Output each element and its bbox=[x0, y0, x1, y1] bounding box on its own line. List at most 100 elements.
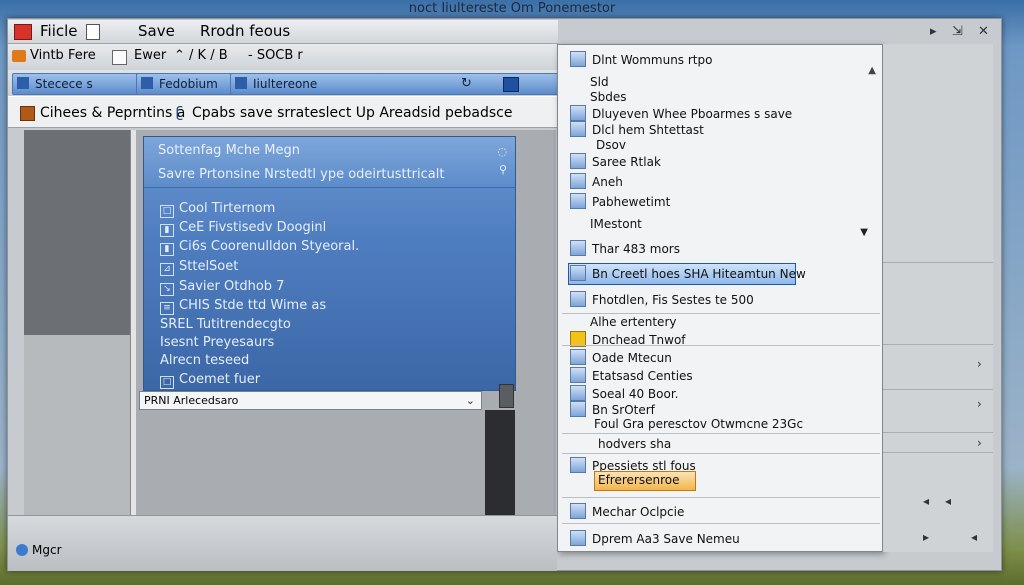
checkbox-icon[interactable] bbox=[112, 50, 127, 65]
separator bbox=[562, 345, 880, 346]
context-item[interactable]: Dlnt Wommuns rtpo bbox=[570, 51, 712, 67]
toolbar-view-button[interactable]: Vintb Fere bbox=[30, 48, 96, 63]
item-label: Dsov bbox=[596, 138, 626, 152]
context-item[interactable]: Dlcl hem Shtettast bbox=[570, 121, 704, 137]
item-icon: □ bbox=[160, 376, 174, 389]
item-label: Bn SrOterf bbox=[592, 403, 655, 417]
settings-popup: Sottenfag Mche Megn Savre Prtonsine Nrst… bbox=[143, 136, 516, 391]
nav-left-icon[interactable]: ◂ bbox=[923, 494, 929, 508]
item-label: Coemet fuer bbox=[179, 372, 261, 387]
item-label: Oade Mtecun bbox=[592, 351, 672, 365]
tab-iiultereone[interactable]: Iiultereone ↻ bbox=[230, 73, 570, 95]
item-label: SttelSoet bbox=[179, 259, 239, 274]
tab-icon bbox=[141, 77, 153, 89]
item-icon bbox=[570, 173, 586, 189]
dropdown-select[interactable]: PRNI Arlecedsaro ⌄ bbox=[139, 391, 482, 410]
menu-save[interactable]: Save bbox=[138, 22, 175, 40]
divider bbox=[883, 452, 993, 453]
context-item[interactable]: Mechar Oclpcie bbox=[570, 503, 684, 519]
item-icon bbox=[570, 401, 586, 417]
tab-label: Iiultereone bbox=[253, 77, 318, 91]
toolbar-tools[interactable]: ⌃ / K / B bbox=[174, 48, 228, 63]
context-item-selected[interactable]: Bn Creetl hoes SHA Hiteamtun New bbox=[570, 265, 806, 281]
context-item[interactable]: Efrerersenroe bbox=[598, 473, 679, 487]
context-item[interactable]: Oade Mtecun bbox=[570, 349, 672, 365]
separator bbox=[562, 433, 880, 434]
item-label: Efrerersenroe bbox=[598, 473, 680, 487]
context-item[interactable]: Alhe ertentery bbox=[590, 315, 676, 329]
chevron-right-icon[interactable]: › bbox=[977, 397, 982, 411]
context-item[interactable]: hodvers sha bbox=[598, 437, 671, 451]
refresh-icon[interactable]: ↻ bbox=[461, 74, 472, 94]
resize-icon[interactable]: ⇲ bbox=[952, 24, 963, 39]
context-item[interactable]: Thar 483 mors bbox=[570, 240, 680, 256]
nav-right-icon[interactable]: ◂ bbox=[945, 494, 951, 508]
popup-item[interactable]: Alrecn teseed bbox=[160, 353, 249, 368]
minimize-icon[interactable]: ▸ bbox=[930, 24, 937, 39]
context-item[interactable]: Aneh bbox=[570, 173, 623, 189]
popup-item[interactable]: ▮ Ci6s Coorenulldon Styeoral. bbox=[160, 239, 359, 256]
item-label: Aneh bbox=[592, 175, 623, 189]
popup-item[interactable]: ▮ CeE Fivstisedv Dooginl bbox=[160, 220, 326, 237]
popup-search-icon[interactable]: ⚲ bbox=[499, 163, 507, 176]
toolbar-ewer-button[interactable]: Ewer bbox=[134, 48, 166, 63]
context-item[interactable]: Dsov bbox=[596, 138, 626, 152]
popup-item[interactable]: Isesnt Preyesaurs bbox=[160, 335, 274, 350]
grid-icon[interactable] bbox=[503, 77, 519, 92]
item-label: Thar 483 mors bbox=[592, 242, 680, 256]
context-item[interactable]: Etatsasd Centies bbox=[570, 367, 693, 383]
popup-info-icon[interactable]: ◌ bbox=[497, 145, 507, 158]
context-item[interactable]: Sbdes bbox=[590, 90, 627, 104]
tab-stecece[interactable]: Stecece s bbox=[12, 73, 150, 95]
address-prefix: Cihees & Peprntins a bbox=[40, 105, 186, 121]
popup-item[interactable]: SREL Tutitrendecgto bbox=[160, 317, 291, 332]
context-item[interactable]: Fhotdlen, Fis Sestes te 500 bbox=[570, 291, 754, 307]
item-icon bbox=[570, 457, 586, 473]
scroll-up-icon[interactable]: ▲ bbox=[868, 65, 876, 76]
context-item[interactable]: IMestont bbox=[590, 217, 642, 231]
address-bar[interactable]: Cihees & Peprntins a ʗ Cpabs save srrate… bbox=[8, 96, 558, 128]
nav-back-icon[interactable]: ◂ bbox=[971, 530, 977, 544]
item-icon: □ bbox=[160, 205, 174, 218]
popup-item[interactable]: □ Cool Tirternom bbox=[160, 201, 275, 218]
popup-item[interactable]: ≡ CHIS Stde ttd Wime as bbox=[160, 298, 326, 315]
context-item[interactable]: Sld bbox=[590, 75, 609, 89]
context-item[interactable]: Dluyeven Whee Pboarmes s save bbox=[570, 105, 792, 121]
address-text[interactable]: Cpabs save srrateslect Up Areadsid pebad… bbox=[192, 97, 512, 129]
chevron-down-icon[interactable]: ⌄ bbox=[466, 392, 475, 410]
menu-file[interactable]: Fiicle bbox=[40, 22, 78, 40]
menu-focus[interactable]: Rrodn feous bbox=[200, 22, 290, 40]
context-item[interactable]: Bn SrOterf bbox=[570, 401, 655, 417]
item-label: SREL Tutitrendecgto bbox=[160, 317, 291, 332]
item-icon bbox=[570, 240, 586, 256]
scroll-knob[interactable] bbox=[499, 384, 514, 408]
popup-item[interactable]: ⊿ SttelSoet bbox=[160, 259, 238, 276]
context-item[interactable]: Dprem Aa3 Save Nemeu bbox=[570, 530, 740, 546]
nav-play-icon[interactable]: ▸ bbox=[923, 530, 929, 544]
submenu-arrow-icon[interactable]: ▼ bbox=[860, 227, 868, 238]
close-icon[interactable]: ✕ bbox=[978, 24, 989, 39]
item-label: Dprem Aa3 Save Nemeu bbox=[592, 532, 740, 546]
context-item[interactable]: Soeal 40 Boor. bbox=[570, 385, 679, 401]
item-label: hodvers sha bbox=[598, 437, 672, 451]
popup-item[interactable]: □ Coemet fuer bbox=[160, 372, 260, 389]
divider bbox=[883, 344, 993, 345]
item-icon bbox=[570, 121, 586, 137]
popup-item[interactable]: ↘ Savier Otdhob 7 bbox=[160, 279, 284, 296]
toolbar-socb-button[interactable]: - SOCB r bbox=[248, 48, 303, 63]
context-item[interactable]: Foul Gra peresctov Otwmcne 23Gc bbox=[594, 417, 803, 431]
item-icon bbox=[570, 51, 586, 67]
divider bbox=[883, 262, 993, 263]
item-label: Isesnt Preyesaurs bbox=[160, 335, 275, 350]
folder-icon bbox=[20, 106, 35, 121]
right-pane: › › › ◂ ◂ ▸ ◂ bbox=[883, 44, 993, 552]
context-item[interactable]: Saree Rtlak bbox=[570, 153, 661, 169]
splitter[interactable] bbox=[130, 130, 136, 550]
item-label: Pabhewetimt bbox=[592, 195, 671, 209]
separator bbox=[562, 313, 880, 314]
chevron-right-icon[interactable]: › bbox=[977, 357, 982, 371]
item-icon bbox=[570, 349, 586, 365]
context-item[interactable]: Pabhewetimt bbox=[570, 193, 670, 209]
link-icon: ʗ bbox=[176, 105, 184, 121]
chevron-right-icon[interactable]: › bbox=[977, 436, 982, 450]
